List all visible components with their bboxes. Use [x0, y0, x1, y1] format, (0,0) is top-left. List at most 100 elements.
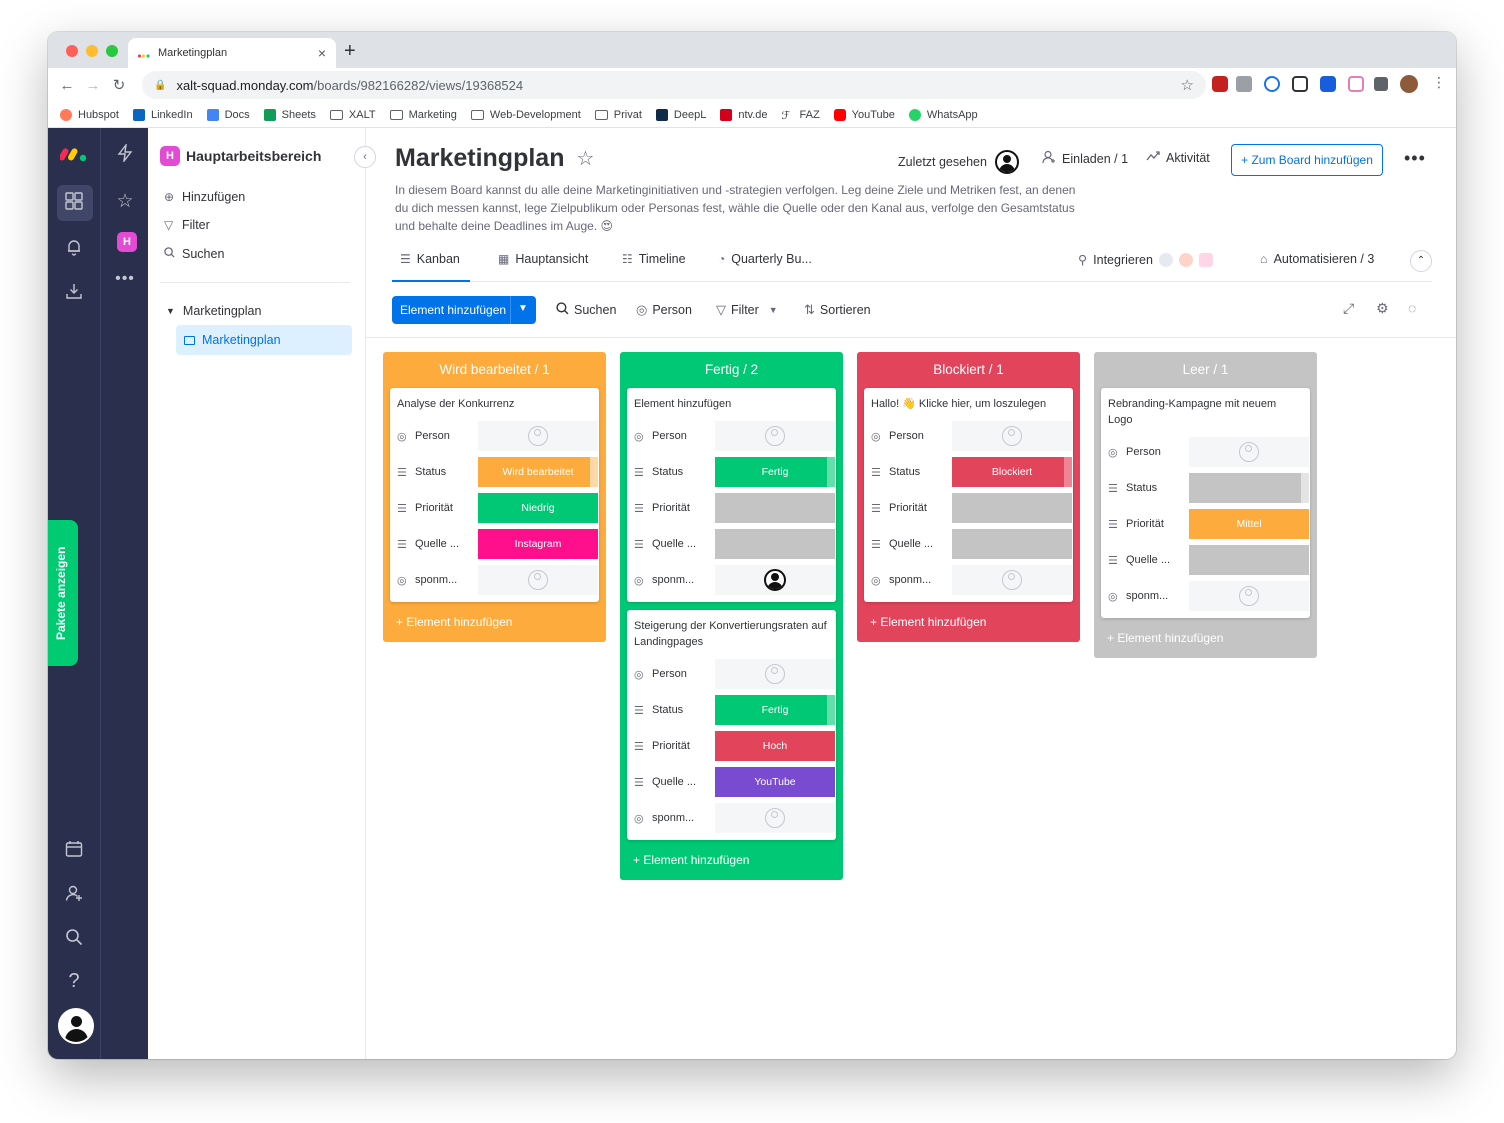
- filter-menu-item[interactable]: ▽ Filter: [164, 218, 210, 232]
- work-management-icon[interactable]: [48, 192, 100, 215]
- browser-menu-icon[interactable]: ⋮: [1432, 74, 1448, 90]
- lightning-icon[interactable]: [101, 142, 149, 167]
- maximize-window-button[interactable]: [106, 45, 118, 57]
- person-cell[interactable]: [1189, 581, 1309, 611]
- person-cell[interactable]: [478, 421, 598, 451]
- bookmark-whatsapp[interactable]: WhatsApp: [908, 108, 978, 121]
- add-item-footer[interactable]: + Element hinzufügen: [620, 840, 843, 880]
- status-cell[interactable]: [1189, 473, 1309, 503]
- status-cell[interactable]: Fertig: [715, 695, 835, 725]
- lt-extension-icon[interactable]: [1292, 76, 1308, 92]
- filter-button[interactable]: ▽ Filter ▼: [716, 302, 778, 318]
- kanban-card[interactable]: Rebranding-Kampagne mit neuem Logo ◎ Pers…: [1101, 388, 1310, 618]
- bookmark-docs[interactable]: Docs: [206, 108, 250, 121]
- folder-item[interactable]: ▼ Marketingplan: [166, 304, 261, 318]
- bookmark-privat[interactable]: Privat: [594, 109, 642, 121]
- status-cell[interactable]: Blockiert: [952, 457, 1072, 487]
- show-packages-button[interactable]: Pakete anzeigen: [48, 520, 78, 666]
- close-tab-icon[interactable]: ×: [318, 45, 326, 61]
- bookmark-marketing[interactable]: Marketing: [389, 109, 457, 121]
- grammarly-icon[interactable]: [1264, 76, 1280, 92]
- workspace-badge[interactable]: H: [117, 232, 137, 252]
- bookmark-faz[interactable]: ℱ FAZ: [782, 109, 820, 122]
- bookmark-xalt[interactable]: XALT: [329, 109, 376, 121]
- tab-kanban[interactable]: ☰ Kanban: [400, 252, 460, 266]
- crown-extension-icon[interactable]: [1348, 76, 1364, 92]
- person-cell[interactable]: [952, 565, 1072, 595]
- camera-extension-icon[interactable]: [1236, 76, 1252, 92]
- add-item-footer[interactable]: + Element hinzufügen: [383, 602, 606, 642]
- more-dots-icon[interactable]: •••: [101, 270, 149, 288]
- column-title[interactable]: Wird bearbeitet / 1: [383, 352, 606, 384]
- add-item-button[interactable]: Element hinzufügen ▼: [392, 296, 536, 324]
- back-icon[interactable]: ←: [54, 77, 80, 94]
- person-cell[interactable]: [715, 803, 835, 833]
- source-cell[interactable]: [952, 529, 1072, 559]
- last-seen[interactable]: Zuletzt gesehen: [898, 150, 1019, 174]
- new-tab-button[interactable]: +: [344, 40, 356, 63]
- column-title[interactable]: Fertig / 2: [620, 352, 843, 384]
- bookmark-star-icon[interactable]: ☆: [1181, 76, 1194, 94]
- priority-cell[interactable]: Niedrig: [478, 493, 598, 523]
- chevron-down-icon[interactable]: ▼: [518, 303, 528, 314]
- address-bar[interactable]: 🔒 xalt-squad.monday.com/boards/982166282…: [142, 71, 1206, 99]
- person-cell[interactable]: [715, 565, 835, 595]
- priority-cell[interactable]: Hoch: [715, 731, 835, 761]
- bookmark-sheets[interactable]: Sheets: [263, 108, 316, 121]
- add-item-footer[interactable]: + Element hinzufügen: [857, 602, 1080, 642]
- activity-button[interactable]: Aktivität: [1146, 150, 1210, 165]
- person-filter-button[interactable]: ◎ Person: [636, 302, 692, 318]
- puzzle-icon[interactable]: [1374, 77, 1388, 91]
- tab-quarterly[interactable]: ◔ Quarterly Bu...: [718, 252, 812, 266]
- tab-timeline[interactable]: ☷ Timeline: [622, 252, 686, 266]
- add-item-footer[interactable]: + Element hinzufügen: [1094, 618, 1317, 658]
- kanban-card[interactable]: Element hinzufügen ◎ Person ☰ Status Fertig…: [627, 388, 836, 602]
- inbox-download-icon[interactable]: [48, 282, 100, 305]
- priority-cell[interactable]: [715, 493, 835, 523]
- source-cell[interactable]: Instagram: [478, 529, 598, 559]
- user-avatar[interactable]: [58, 1008, 94, 1044]
- tab-main-table[interactable]: ▦ Hauptansicht: [498, 252, 588, 266]
- add-menu-item[interactable]: ⊕ Hinzufügen: [164, 190, 245, 204]
- profile-avatar[interactable]: [1400, 75, 1418, 93]
- bookmark-web-development[interactable]: Web-Development: [470, 109, 581, 121]
- column-title[interactable]: Blockiert / 1: [857, 352, 1080, 384]
- favorite-star-icon[interactable]: ☆: [576, 146, 594, 171]
- chevron-down-icon[interactable]: ▼: [769, 305, 778, 315]
- help-icon[interactable]: ?: [48, 970, 100, 993]
- invite-button[interactable]: Einladen / 1: [1042, 150, 1128, 167]
- favorites-star-icon[interactable]: ☆: [101, 190, 149, 213]
- person-cell[interactable]: [478, 565, 598, 595]
- person-cell[interactable]: [952, 421, 1072, 451]
- kanban-card[interactable]: Steigerung der Konvertierungsraten auf L…: [627, 610, 836, 840]
- person-cell[interactable]: [1189, 437, 1309, 467]
- monday-logo-icon[interactable]: [48, 144, 100, 167]
- automate-button[interactable]: ⌂ Automatisieren / 3: [1260, 252, 1374, 266]
- board-title[interactable]: Marketingplan ☆: [395, 144, 594, 173]
- bookmark-linkedin[interactable]: LinkedIn: [132, 108, 193, 121]
- add-to-board-button[interactable]: + Zum Board hinzufügen: [1231, 144, 1383, 176]
- workspace-title[interactable]: H Hauptarbeitsbereich: [160, 146, 321, 166]
- calendar-icon[interactable]: [48, 840, 100, 863]
- status-cell[interactable]: Wird bearbeitet: [478, 457, 598, 487]
- forward-icon[interactable]: →: [80, 77, 106, 94]
- minimize-window-button[interactable]: [86, 45, 98, 57]
- search-icon[interactable]: [48, 928, 100, 951]
- chat-icon[interactable]: ◌: [1408, 300, 1416, 316]
- priority-cell[interactable]: [952, 493, 1072, 523]
- priority-cell[interactable]: Mittel: [1189, 509, 1309, 539]
- bookmark-ntv[interactable]: ntv.de: [720, 108, 768, 121]
- source-cell[interactable]: [715, 529, 835, 559]
- status-cell[interactable]: Fertig: [715, 457, 835, 487]
- source-cell[interactable]: [1189, 545, 1309, 575]
- person-cell[interactable]: [715, 659, 835, 689]
- source-cell[interactable]: YouTube: [715, 767, 835, 797]
- reload-icon[interactable]: ↻: [106, 76, 132, 94]
- kanban-card[interactable]: Hallo! 👋 Klicke hier, um loszulegen ◎ Per…: [864, 388, 1073, 602]
- person-cell[interactable]: [715, 421, 835, 451]
- kanban-card[interactable]: Analyse der Konkurrenz ◎ Person ☰ Status Wi…: [390, 388, 599, 602]
- bell-icon[interactable]: [48, 238, 100, 261]
- bookmark-hubspot[interactable]: Hubspot: [60, 108, 119, 121]
- browser-tab[interactable]: Marketingplan ×: [128, 38, 336, 68]
- bookmark-deepl[interactable]: DeepL: [655, 108, 706, 121]
